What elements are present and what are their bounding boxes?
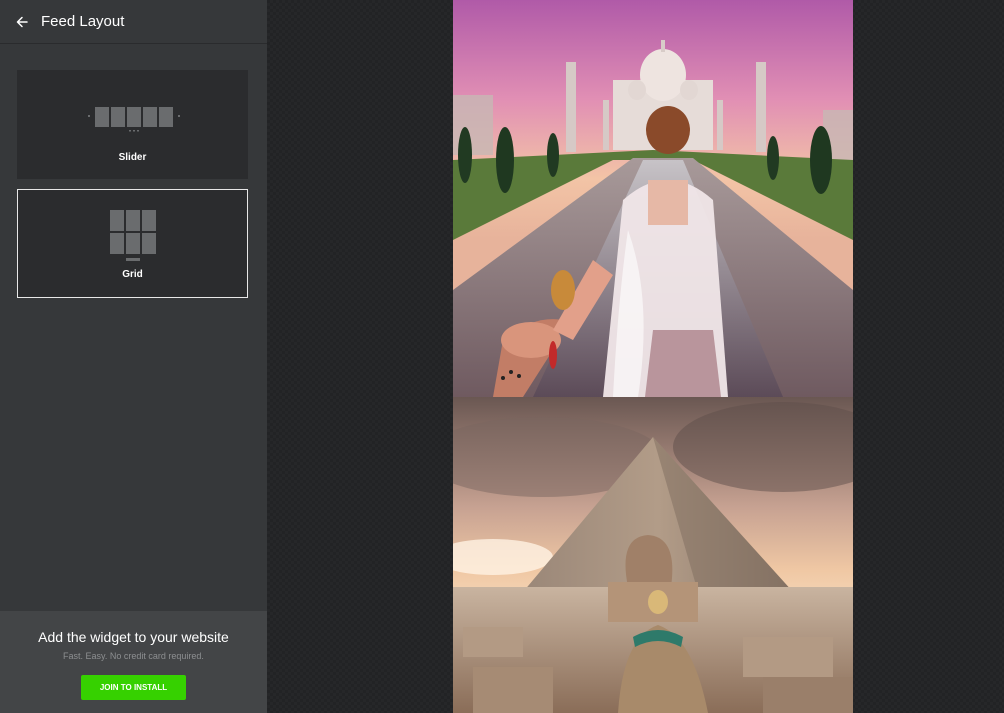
layout-option-grid[interactable]: Grid [17, 189, 248, 298]
grid-layout-icon [110, 210, 156, 261]
slider-layout-icon [88, 107, 180, 132]
feed-preview [267, 0, 1004, 713]
feed-image-taj-mahal[interactable] [453, 0, 853, 397]
layout-option-label: Grid [122, 269, 143, 280]
sidebar-header: Feed Layout [0, 0, 267, 44]
page-title: Feed Layout [41, 13, 125, 30]
layout-option-label: Slider [118, 152, 147, 163]
sidebar: Feed Layout Slider Grid Add the widget t… [0, 0, 267, 713]
arrow-left-icon [16, 16, 28, 27]
promo-subtitle: Fast. Easy. No credit card required. [63, 651, 204, 661]
layout-option-slider[interactable]: Slider [17, 70, 248, 179]
back-button[interactable] [14, 14, 30, 30]
feed-image-pyramid[interactable] [453, 397, 853, 713]
promo-panel: Add the widget to your website Fast. Eas… [0, 611, 267, 713]
join-to-install-button[interactable]: JOIN TO INSTALL [81, 675, 186, 700]
promo-title: Add the widget to your website [38, 629, 229, 645]
